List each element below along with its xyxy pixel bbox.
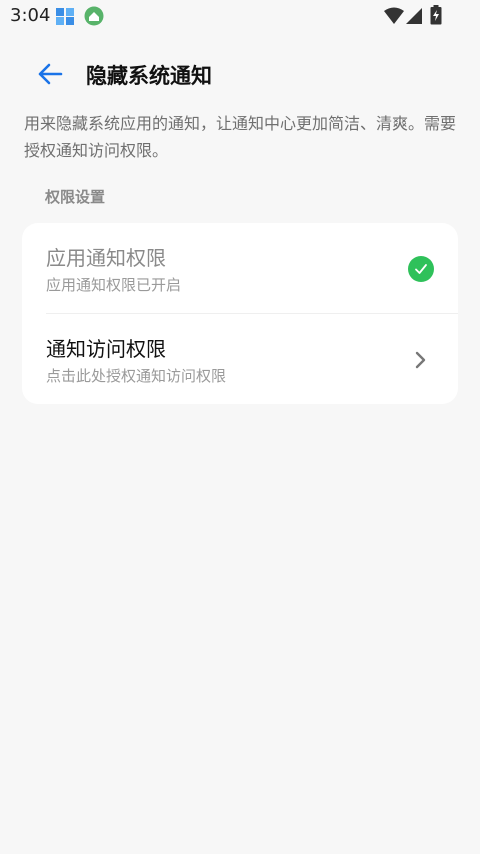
permission-row-notification-access[interactable]: 通知访问权限 点击此处授权通知访问权限	[22, 314, 458, 404]
page-title: 隐藏系统通知	[86, 64, 212, 88]
permission-title: 通知访问权限	[46, 337, 166, 361]
status-time: 3:04	[10, 5, 51, 26]
app-bar: 隐藏系统通知	[0, 52, 480, 96]
permission-subtitle: 点击此处授权通知访问权限	[46, 367, 227, 385]
check-circle-icon	[408, 256, 434, 282]
app-notification-2-icon	[84, 6, 104, 30]
permissions-card: 应用通知权限 应用通知权限已开启 通知访问权限 点击此处授权通知访问权限	[22, 223, 458, 404]
section-title: 权限设置	[45, 188, 106, 206]
signal-icon	[405, 7, 423, 29]
status-bar: 3:04	[0, 0, 480, 32]
permission-row-app-notification[interactable]: 应用通知权限 应用通知权限已开启	[22, 223, 458, 313]
wifi-icon	[384, 7, 404, 29]
page-description: 用来隐藏系统应用的通知，让通知中心更加简洁、清爽。需要授权通知访问权限。	[24, 114, 457, 160]
chevron-right-icon	[410, 348, 430, 372]
permission-title: 应用通知权限	[46, 246, 166, 270]
app-notification-icon	[55, 6, 75, 30]
permission-subtitle: 应用通知权限已开启	[46, 276, 182, 294]
battery-charging-icon	[430, 5, 442, 29]
back-arrow-icon[interactable]	[34, 60, 66, 88]
